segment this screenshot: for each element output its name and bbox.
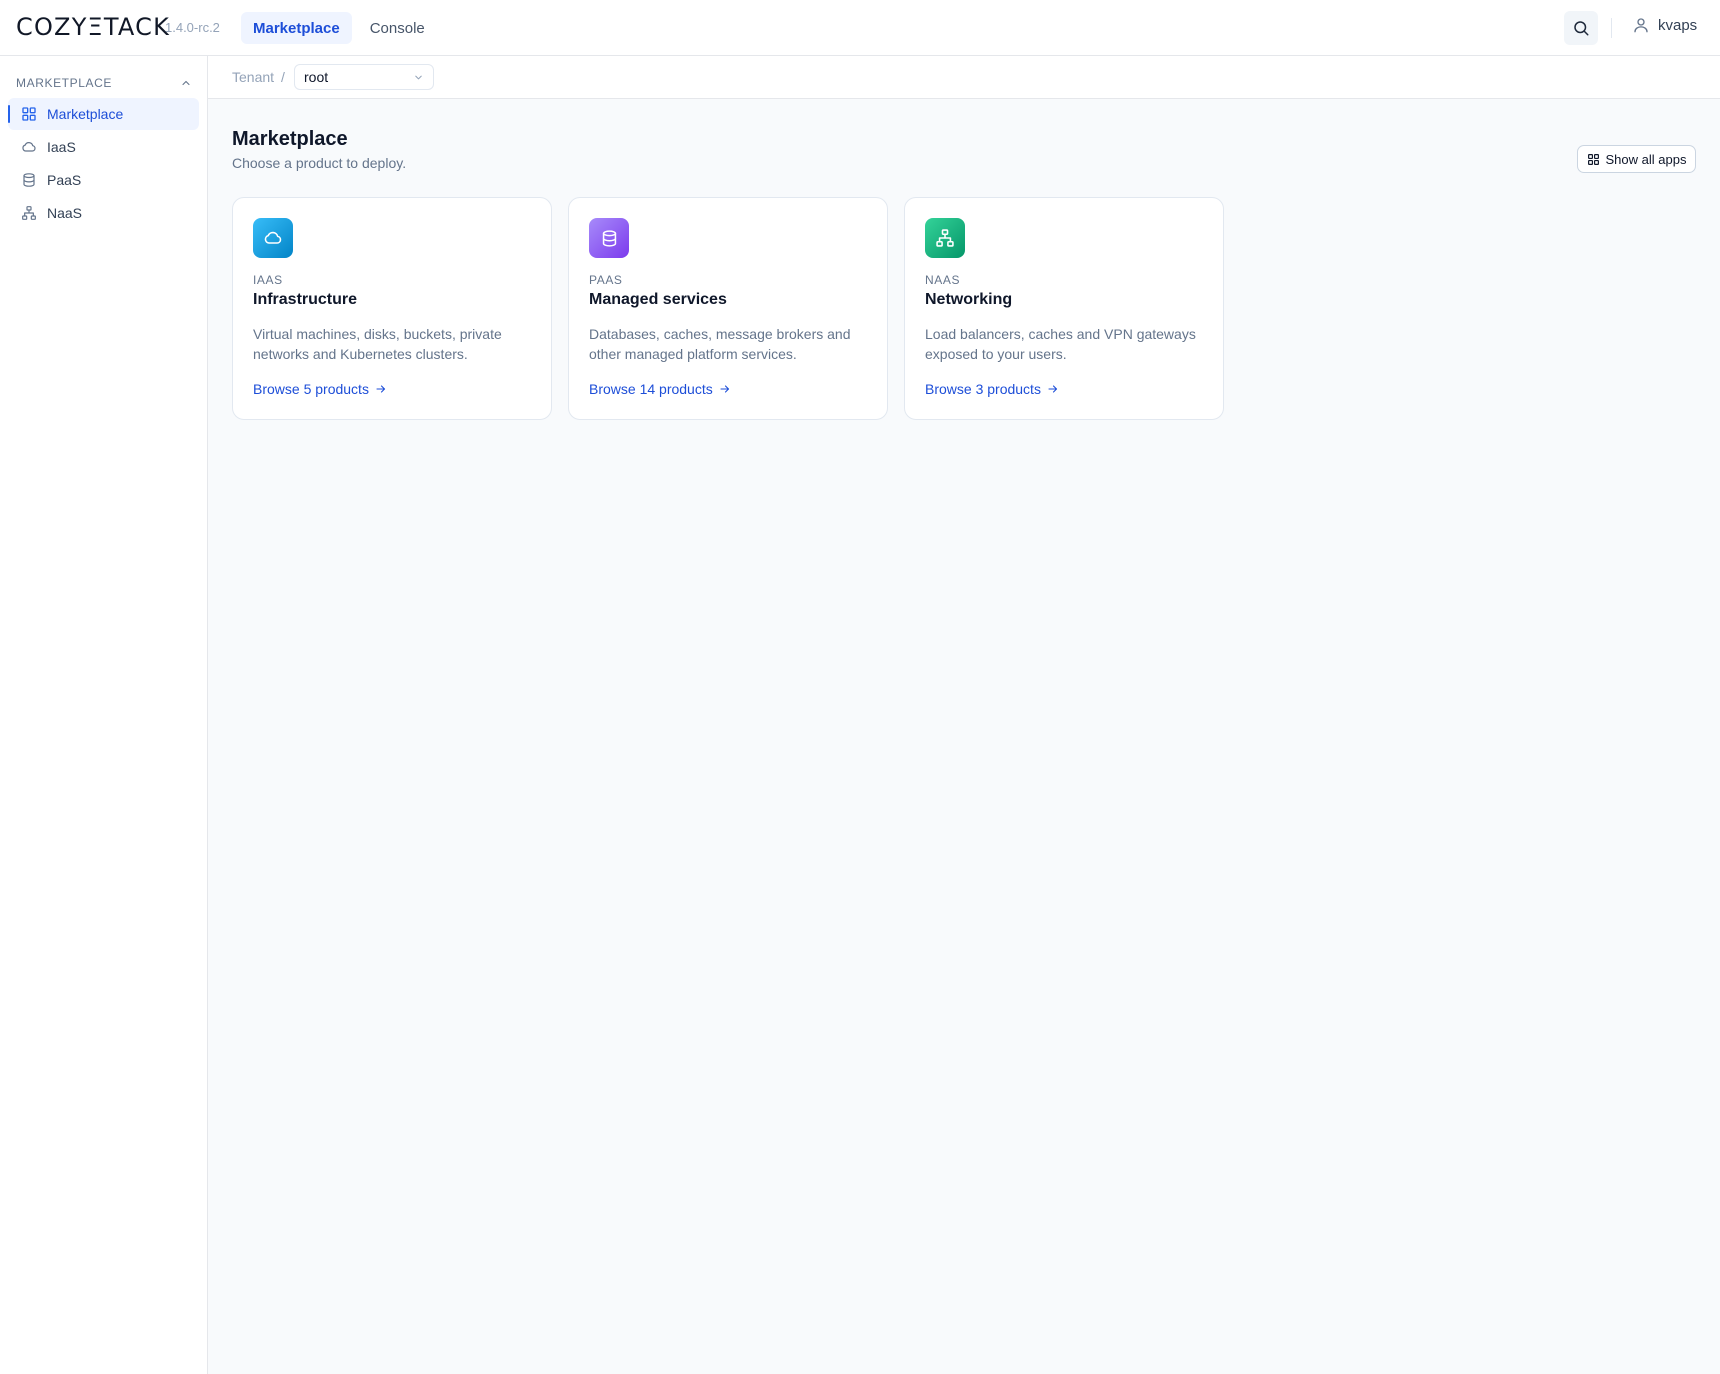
- database-icon: [23, 173, 35, 187]
- top-nav-console[interactable]: Console: [358, 12, 437, 44]
- sidebar-list: Marketplace IaaS PaaS NaaS: [8, 98, 199, 230]
- top-nav: Marketplace Console: [241, 12, 437, 44]
- product-card-paas[interactable]: PAAS Managed services Databases, caches,…: [568, 197, 888, 420]
- search-icon: [1574, 21, 1589, 36]
- tenant-select-value: root: [304, 69, 329, 85]
- grid-icon: [22, 107, 36, 121]
- database-icon: [602, 229, 616, 247]
- sidebar: MARKETPLACE Marketplace IaaS PaaS NaaS: [0, 56, 208, 1374]
- sidebar-item-label: Marketplace: [47, 106, 124, 122]
- card-icon-badge: [253, 218, 293, 258]
- card-icon-badge: [925, 218, 965, 258]
- user-menu[interactable]: kvaps: [1632, 16, 1697, 34]
- sidebar-item-iaas[interactable]: IaaS: [8, 131, 199, 163]
- sidebar-item-label: IaaS: [47, 139, 76, 155]
- card-description: Databases, caches, message brokers and o…: [589, 326, 851, 362]
- user-name: kvaps: [1658, 16, 1698, 34]
- product-card-naas[interactable]: NAAS Networking Load balancers, caches a…: [904, 197, 1224, 420]
- sidebar-item-paas[interactable]: PaaS: [8, 164, 199, 196]
- card-tag: IAAS: [253, 273, 283, 287]
- breadcrumb-separator: /: [281, 69, 285, 85]
- search-button[interactable]: [1564, 11, 1598, 45]
- card-icon-badge: [589, 218, 629, 258]
- top-divider: [1611, 18, 1612, 38]
- network-icon: [22, 206, 36, 220]
- browse-products-label: Browse 5 products: [253, 381, 369, 397]
- cloud-icon: [264, 231, 282, 244]
- browse-products-label: Browse 14 products: [589, 381, 713, 397]
- card-description: Load balancers, caches and VPN gateways …: [925, 326, 1196, 362]
- arrow-right-icon: [1048, 385, 1058, 393]
- card-title: Networking: [925, 291, 1013, 308]
- show-all-apps-button[interactable]: Show all apps: [1577, 145, 1696, 173]
- browse-products-link[interactable]: Browse 5 products: [253, 381, 387, 397]
- browse-products-link[interactable]: Browse 14 products: [589, 381, 731, 397]
- top-nav-marketplace[interactable]: Marketplace: [241, 12, 352, 44]
- arrow-right-icon: [720, 385, 729, 393]
- network-icon: [936, 229, 954, 247]
- card-tag: NAAS: [925, 273, 961, 287]
- breadcrumb-tenant-label[interactable]: Tenant: [232, 69, 274, 85]
- main-content: Marketplace Choose a product to deploy. …: [208, 99, 1720, 1374]
- tenant-select[interactable]: root: [294, 64, 434, 90]
- breadcrumb: Tenant / root: [208, 56, 1720, 99]
- sidebar-section-header[interactable]: MARKETPLACE: [16, 75, 192, 91]
- chevron-down-icon: [415, 75, 422, 79]
- version-label: 1.4.0-rc.2: [165, 20, 220, 35]
- sidebar-item-label: NaaS: [47, 205, 83, 221]
- card-title: Managed services: [589, 291, 727, 308]
- sidebar-item-naas[interactable]: NaaS: [8, 197, 199, 229]
- page-title: Marketplace: [232, 128, 348, 150]
- card-title: Infrastructure: [253, 291, 358, 308]
- top-bar: COZYΞTACK 1.4.0-rc.2 Marketplace Console…: [0, 0, 1720, 56]
- app-logo[interactable]: COZYΞTACK: [16, 13, 170, 41]
- user-icon: [1634, 18, 1648, 33]
- card-tag: PAAS: [589, 273, 623, 287]
- grid-icon: [1587, 153, 1599, 165]
- show-all-apps-label: Show all apps: [1605, 151, 1687, 167]
- cloud-icon: [22, 142, 36, 152]
- page-subtitle: Choose a product to deploy.: [232, 155, 407, 171]
- product-card-iaas[interactable]: IAAS Infrastructure Virtual machines, di…: [232, 197, 552, 420]
- browse-products-link[interactable]: Browse 3 products: [925, 381, 1059, 397]
- arrow-right-icon: [376, 385, 386, 393]
- sidebar-item-marketplace[interactable]: Marketplace: [8, 98, 199, 130]
- sidebar-item-label: PaaS: [47, 172, 82, 188]
- sidebar-section-title: MARKETPLACE: [16, 76, 112, 90]
- browse-products-label: Browse 3 products: [925, 381, 1041, 397]
- card-description: Virtual machines, disks, buckets, privat…: [253, 326, 502, 362]
- chevron-up-icon: [182, 80, 190, 86]
